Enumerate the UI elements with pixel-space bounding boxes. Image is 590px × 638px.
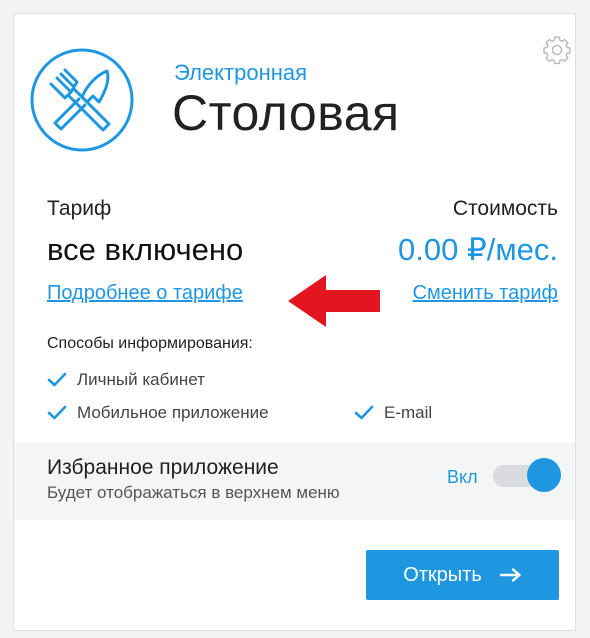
notification-item-cabinet: Личный кабинет bbox=[47, 370, 205, 390]
check-icon bbox=[47, 405, 67, 420]
cost-label: Стоимость bbox=[452, 197, 558, 220]
app-card: Электронная Столовая Тариф Стоимость все… bbox=[13, 13, 576, 631]
tariff-label: Тариф bbox=[47, 197, 112, 220]
brand-subtitle: Электронная bbox=[174, 60, 308, 85]
notification-item-email: E-mail bbox=[354, 403, 432, 423]
check-icon bbox=[354, 405, 374, 420]
notification-item-label: Личный кабинет bbox=[77, 370, 205, 389]
notification-item-label: E-mail bbox=[384, 403, 433, 422]
gear-icon[interactable] bbox=[540, 33, 574, 67]
change-tariff-link[interactable]: Сменить тариф bbox=[413, 282, 558, 305]
tariff-details-link[interactable]: Подробнее о тарифе bbox=[47, 282, 243, 305]
open-button-label: Открыть bbox=[403, 563, 482, 586]
notification-methods-title: Способы информирования: bbox=[47, 335, 253, 352]
open-button[interactable]: Открыть bbox=[366, 550, 559, 600]
favorite-state-label: Вкл bbox=[447, 467, 478, 487]
notification-item-label: Мобильное приложение bbox=[77, 403, 269, 422]
cost-value: 0.00 ₽/мес. bbox=[398, 232, 558, 267]
favorite-app-section: Избранное приложение Будет отображаться … bbox=[14, 442, 575, 520]
arrow-right-icon bbox=[499, 568, 521, 582]
fork-knife-icon bbox=[30, 48, 134, 152]
favorite-toggle[interactable] bbox=[493, 458, 561, 492]
red-arrow-annotation bbox=[288, 275, 380, 327]
brand-title: Столовая bbox=[172, 85, 400, 141]
check-icon bbox=[47, 372, 67, 387]
tariff-value: все включено bbox=[47, 232, 244, 267]
favorite-subtitle: Будет отображаться в верхнем меню bbox=[47, 483, 340, 502]
favorite-title: Избранное приложение bbox=[47, 456, 279, 479]
notification-item-mobile-app: Мобильное приложение bbox=[47, 403, 269, 423]
toggle-knob bbox=[527, 458, 561, 492]
